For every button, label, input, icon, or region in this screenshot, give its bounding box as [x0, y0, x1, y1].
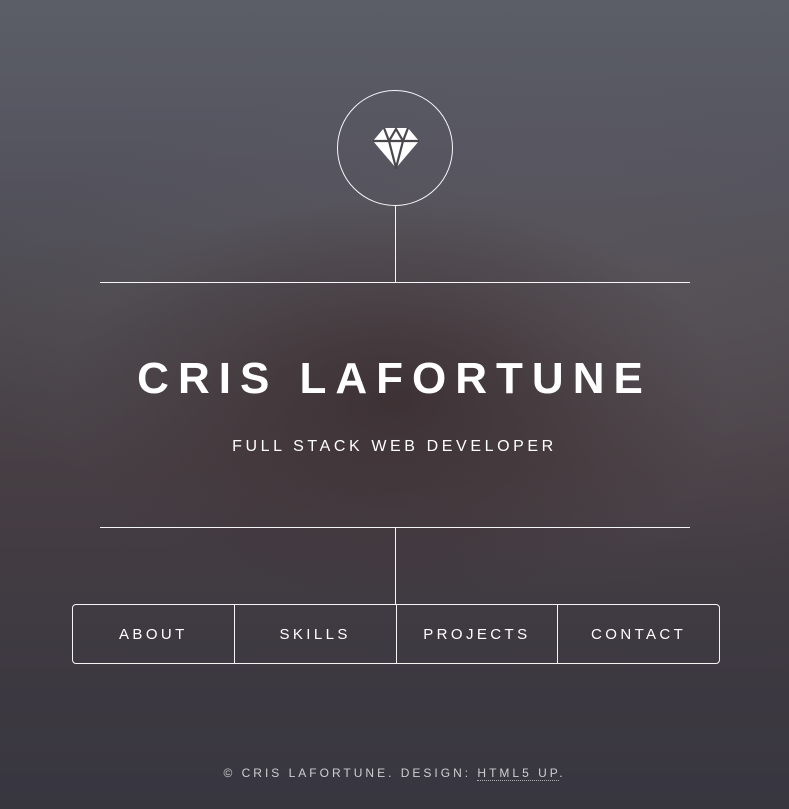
nav-contact[interactable]: CONTACT [557, 605, 719, 663]
nav-skills[interactable]: SKILLS [233, 605, 396, 663]
connector-line-bottom [395, 528, 396, 604]
page: CRIS LAFORTUNE FULL STACK WEB DEVELOPER … [0, 0, 789, 809]
nav-about[interactable]: ABOUT [73, 605, 234, 663]
footer-design-link[interactable]: HTML5 UP [477, 766, 560, 781]
logo [337, 90, 453, 206]
tagline: FULL STACK WEB DEVELOPER [232, 438, 557, 455]
divider-top [100, 282, 690, 283]
footer-end: . [559, 766, 566, 780]
footer-copyright: © CRIS LAFORTUNE. DESIGN: [223, 766, 478, 780]
nav-projects[interactable]: PROJECTS [395, 605, 558, 663]
main-nav: ABOUT SKILLS PROJECTS CONTACT [72, 604, 720, 664]
connector-line-top [395, 206, 396, 282]
page-title: CRIS LAFORTUNE [137, 354, 652, 403]
diamond-icon [373, 127, 419, 169]
footer: © CRIS LAFORTUNE. DESIGN: HTML5 UP. [0, 765, 789, 781]
